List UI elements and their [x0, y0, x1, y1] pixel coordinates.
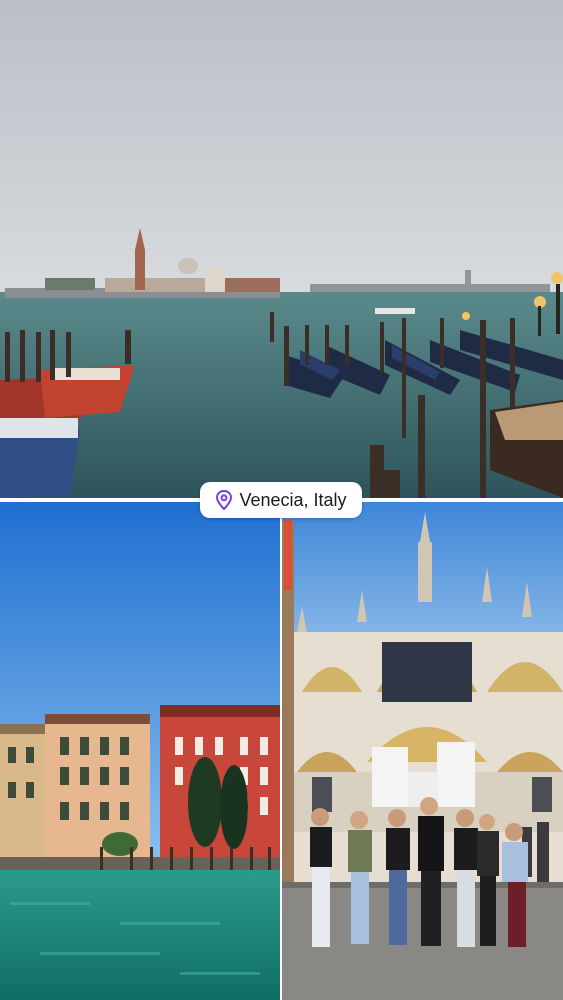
- location-label: Venecia, Italy: [239, 489, 347, 510]
- photo-basilica-group: [282, 502, 563, 1000]
- location-sticker[interactable]: Venecia, Italy: [200, 482, 362, 518]
- photo-canal-buildings: [0, 502, 280, 1000]
- location-pin-icon: [216, 490, 233, 510]
- lagoon-scene: [0, 0, 563, 498]
- canal-scene: [0, 502, 280, 1000]
- photo-lagoon-gondolas: [0, 0, 563, 498]
- basilica-scene: [282, 502, 563, 1000]
